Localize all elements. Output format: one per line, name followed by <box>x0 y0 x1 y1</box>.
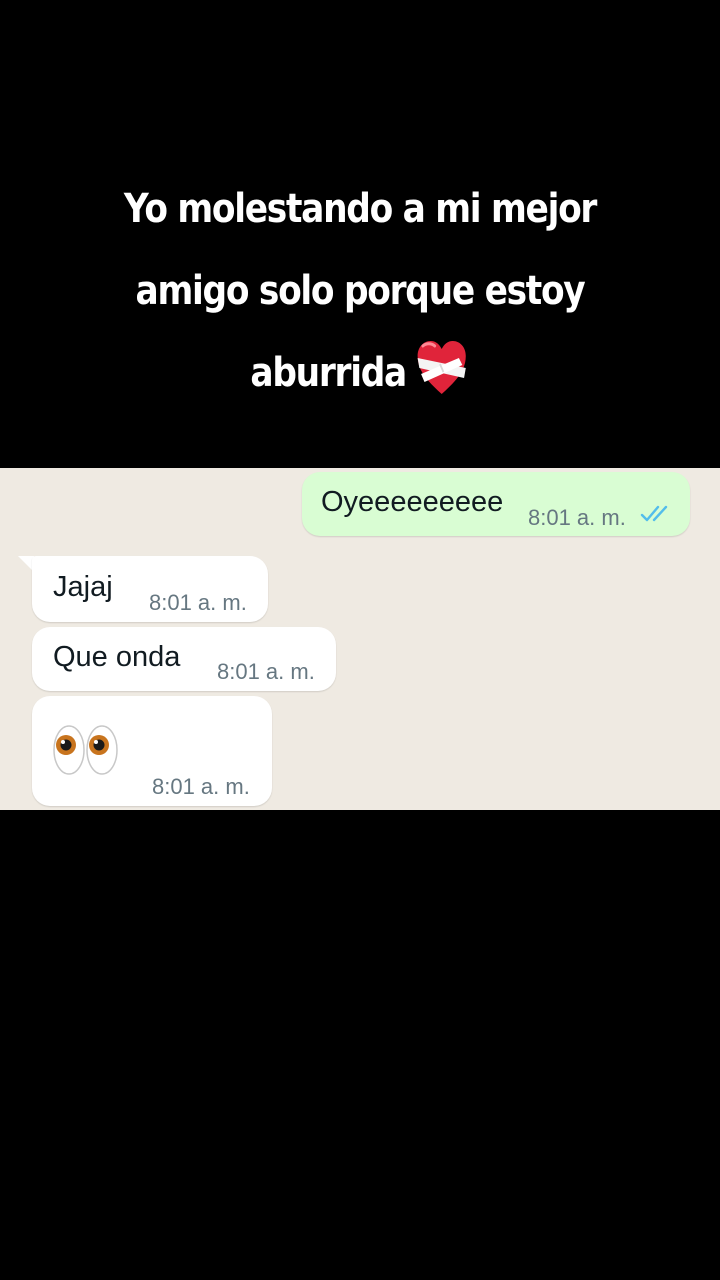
message-time: 8:01 a. m. <box>528 505 626 530</box>
read-double-check-icon <box>640 505 668 522</box>
message-time: 8:01 a. m. <box>149 590 247 615</box>
message-text: Oyeeeeeeeee <box>321 486 504 518</box>
mending-heart-icon <box>417 341 467 394</box>
video-caption: Yo molestando a mi mejor amigo solo porq… <box>85 168 635 414</box>
message-text: Jajaj <box>53 571 113 603</box>
caption-line-3-text: aburrida <box>250 350 407 396</box>
caption-line-2: amigo solo porque estoy <box>135 268 586 314</box>
caption-line-1: Yo molestando a mi mejor <box>123 186 598 232</box>
message-time: 8:01 a. m. <box>152 774 250 799</box>
eyes-icon <box>53 725 118 775</box>
message-time: 8:01 a. m. <box>217 659 315 684</box>
caption-line-3: aburrida <box>85 332 635 414</box>
message-text: Que onda <box>53 641 181 673</box>
